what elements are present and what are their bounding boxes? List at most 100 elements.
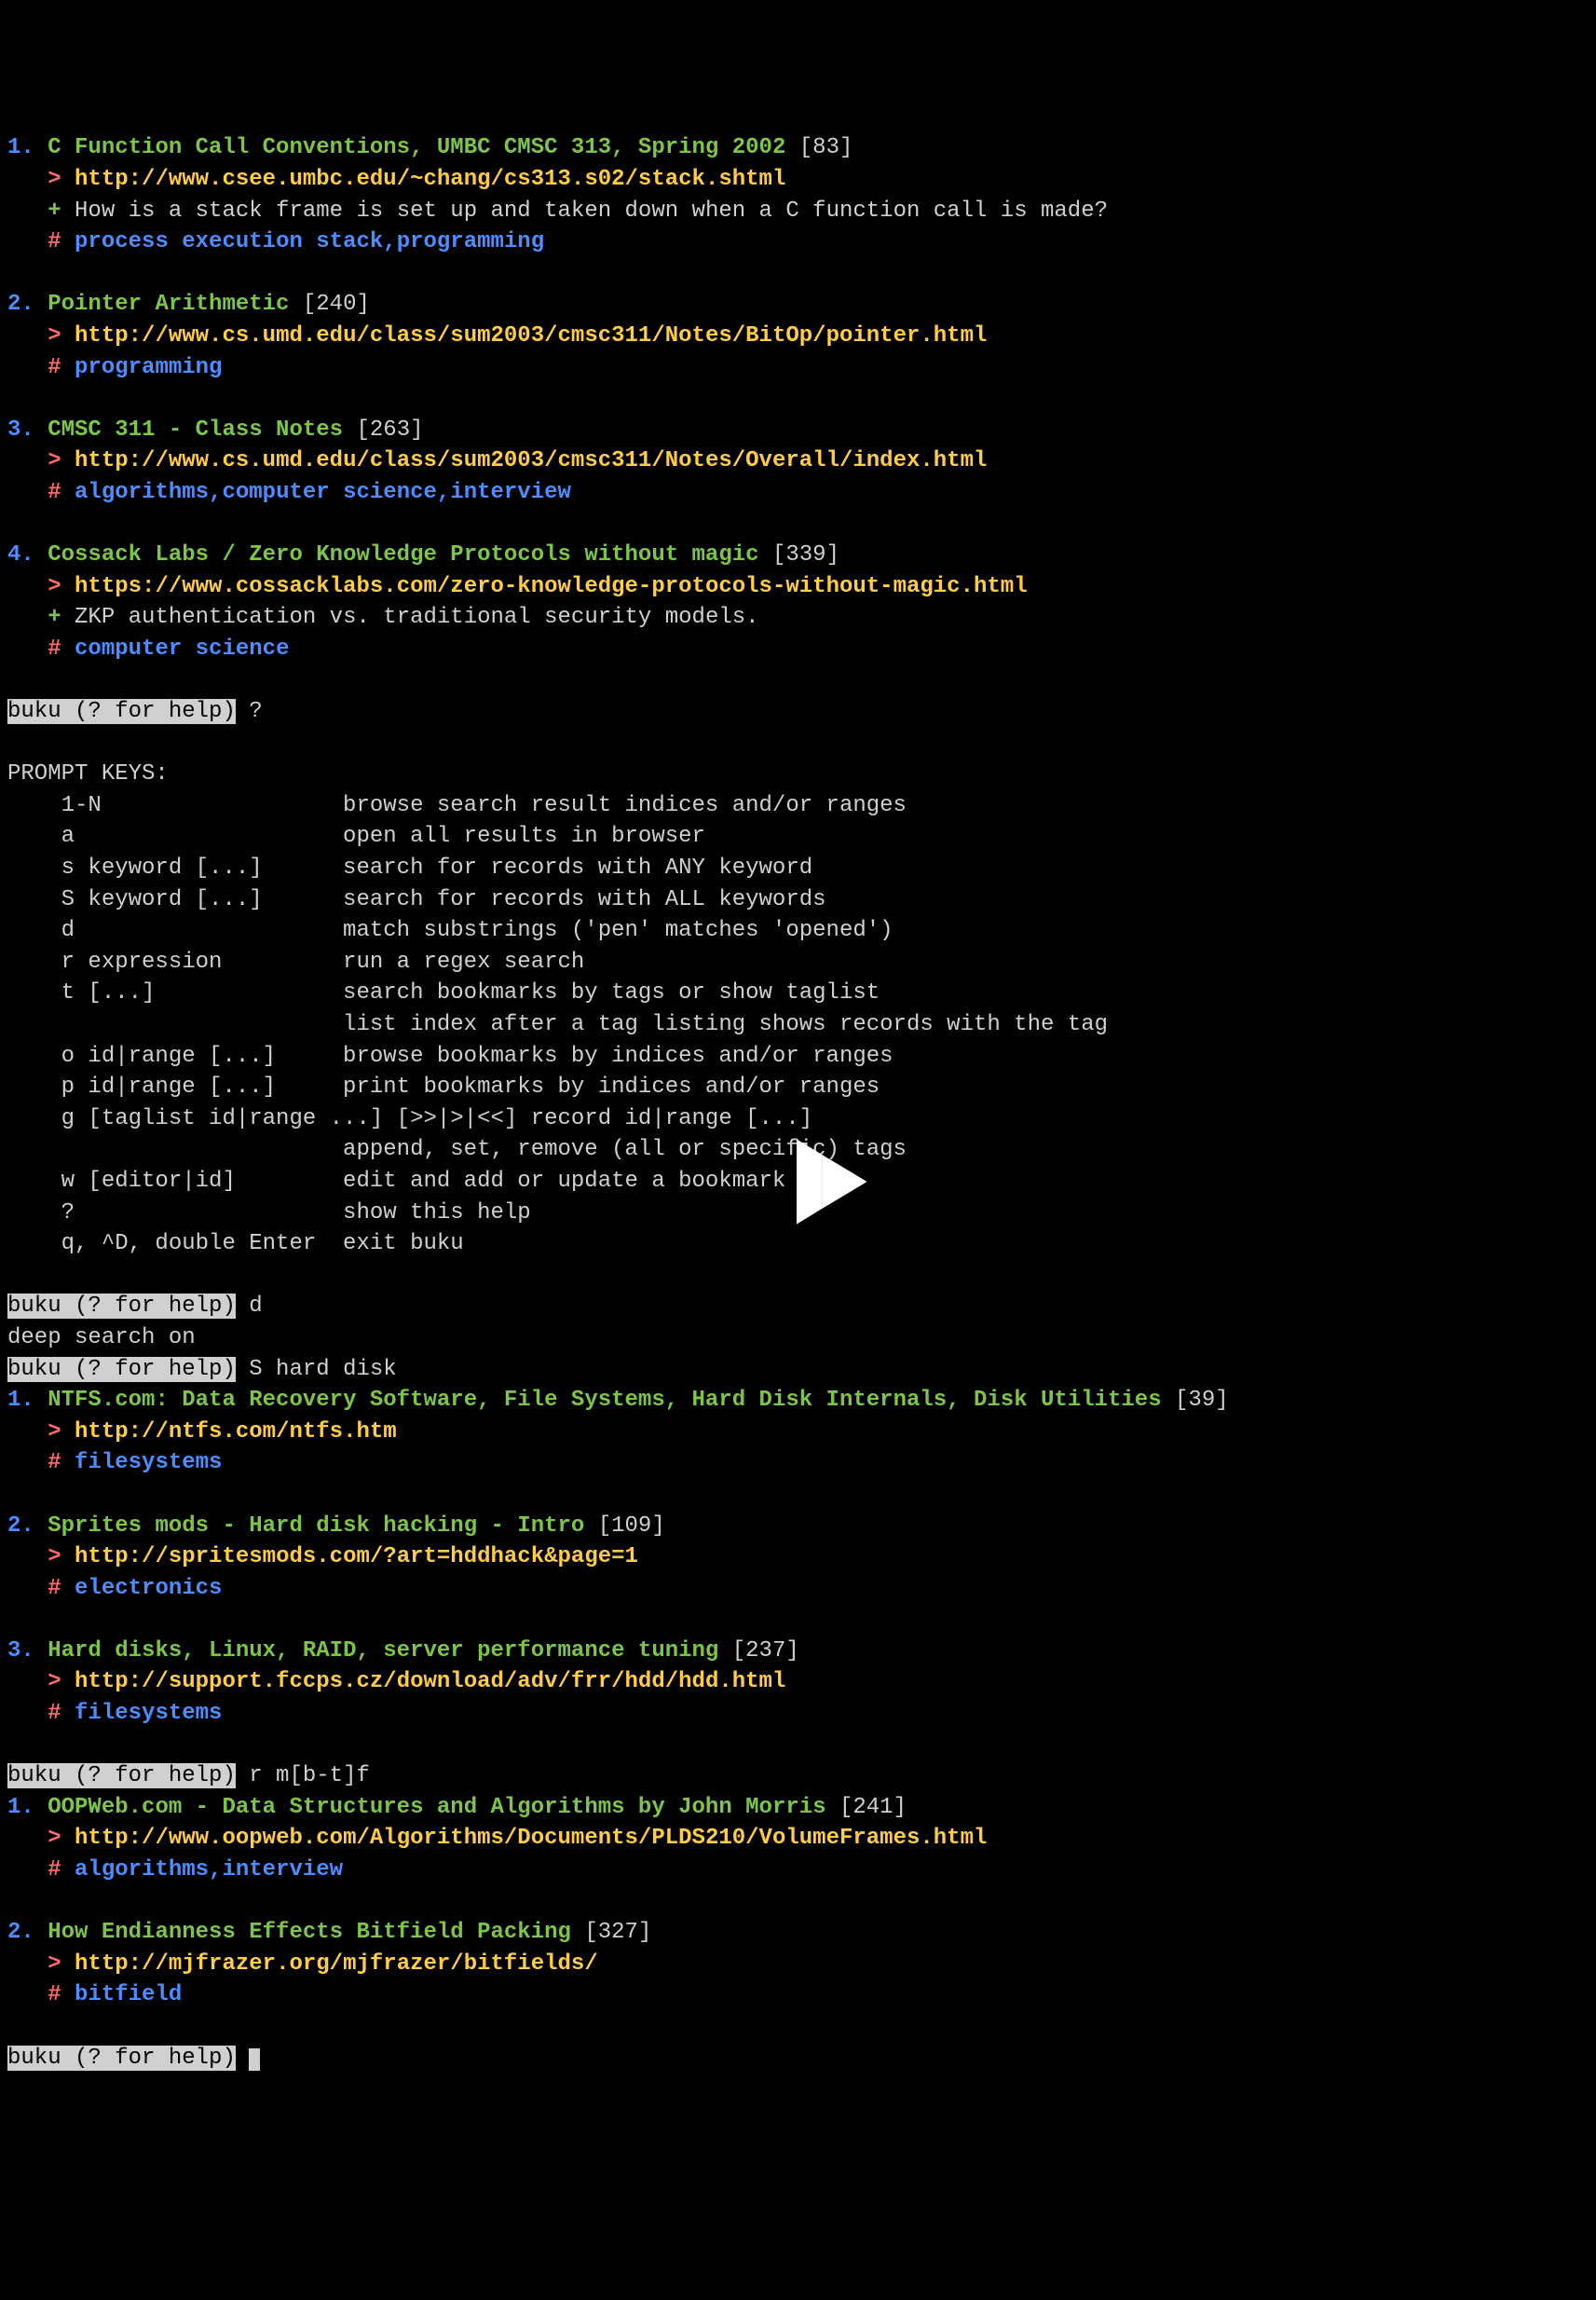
help-line: w [editor|id] edit and add or update a b… xyxy=(7,1166,1589,1198)
help-line: q, ^D, double Enter exit buku xyxy=(7,1228,1589,1260)
result-url[interactable]: https://www.cossacklabs.com/zero-knowled… xyxy=(75,574,1028,599)
result-title: Pointer Arithmetic xyxy=(48,292,289,317)
help-line: ? show this help xyxy=(7,1198,1589,1229)
tag-marker: # xyxy=(48,1450,61,1475)
tag-marker: # xyxy=(48,1701,61,1726)
terminal-output: 1. C Function Call Conventions, UMBC CMS… xyxy=(7,132,1589,2074)
prompt-label: buku (? for help) xyxy=(7,1294,236,1319)
result-url[interactable]: http://www.cs.umd.edu/class/sum2003/cmsc… xyxy=(75,448,987,473)
result-id: [241] xyxy=(839,1795,907,1820)
result-title-line: 2. How Endianness Effects Bitfield Packi… xyxy=(7,1917,1589,1949)
help-line: a open all results in browser xyxy=(7,821,1589,853)
result-id: [263] xyxy=(356,418,423,443)
status-line: deep search on xyxy=(7,1322,1589,1354)
url-marker: > xyxy=(48,323,61,349)
user-input: d xyxy=(249,1294,262,1319)
result-url-line: > http://support.fccps.cz/download/adv/f… xyxy=(7,1666,1589,1698)
result-title-line: 1. NTFS.com: Data Recovery Software, Fil… xyxy=(7,1385,1589,1417)
result-id: [240] xyxy=(303,292,370,317)
result-url[interactable]: http://www.cs.umd.edu/class/sum2003/cmsc… xyxy=(75,323,987,349)
result-title: OOPWeb.com - Data Structures and Algorit… xyxy=(48,1795,825,1820)
result-url-line: > http://www.cs.umd.edu/class/sum2003/cm… xyxy=(7,321,1589,352)
result-id: [339] xyxy=(772,542,839,568)
result-title-line: 3. Hard disks, Linux, RAID, server perfo… xyxy=(7,1636,1589,1667)
result-number: 1. xyxy=(7,1795,34,1820)
result-number: 3. xyxy=(7,418,34,443)
cursor xyxy=(249,2048,260,2071)
result-title-line: 2. Sprites mods - Hard disk hacking - In… xyxy=(7,1511,1589,1542)
result-title-line: 1. OOPWeb.com - Data Structures and Algo… xyxy=(7,1792,1589,1824)
help-line: t [...] search bookmarks by tags or show… xyxy=(7,978,1589,1009)
prompt-line[interactable]: buku (? for help) r m[b-t]f xyxy=(7,1760,1589,1792)
result-tags: programming xyxy=(75,355,222,380)
result-url[interactable]: http://mjfrazer.org/mjfrazer/bitfields/ xyxy=(75,1951,598,1977)
prompt-label: buku (? for help) xyxy=(7,2046,236,2071)
user-input: r m[b-t]f xyxy=(249,1763,370,1788)
result-tags-line: # programming xyxy=(7,352,1589,384)
result-tags-line: # algorithms,interview xyxy=(7,1855,1589,1886)
result-tags: algorithms,interview xyxy=(75,1857,343,1882)
result-tags-line: # filesystems xyxy=(7,1447,1589,1479)
help-line: d match substrings ('pen' matches 'opene… xyxy=(7,915,1589,947)
result-tags-line: # filesystems xyxy=(7,1698,1589,1730)
result-number: 1. xyxy=(7,1388,34,1413)
help-line: r expression run a regex search xyxy=(7,947,1589,979)
prompt-label: buku (? for help) xyxy=(7,1357,236,1382)
url-marker: > xyxy=(48,1826,61,1851)
prompt-line[interactable]: buku (? for help) ? xyxy=(7,696,1589,728)
result-title-line: 2. Pointer Arithmetic [240] xyxy=(7,289,1589,321)
tag-marker: # xyxy=(48,229,61,254)
url-marker: > xyxy=(48,1544,61,1569)
tag-marker: # xyxy=(48,1576,61,1601)
help-line: 1-N browse search result indices and/or … xyxy=(7,790,1589,822)
result-title-line: 3. CMSC 311 - Class Notes [263] xyxy=(7,415,1589,446)
result-url[interactable]: http://spritesmods.com/?art=hddhack&page… xyxy=(75,1544,638,1569)
prompt-label: buku (? for help) xyxy=(7,1763,236,1788)
result-url-line: > https://www.cossacklabs.com/zero-knowl… xyxy=(7,571,1589,603)
result-title: Cossack Labs / Zero Knowledge Protocols … xyxy=(48,542,758,568)
url-marker: > xyxy=(48,1951,61,1977)
result-tags: filesystems xyxy=(75,1701,222,1726)
result-description: How is a stack frame is set up and taken… xyxy=(75,199,1108,224)
result-number: 2. xyxy=(7,292,34,317)
result-id: [39] xyxy=(1175,1388,1229,1413)
result-desc-line: + How is a stack frame is set up and tak… xyxy=(7,196,1589,227)
tag-marker: # xyxy=(48,1857,61,1882)
result-number: 3. xyxy=(7,1638,34,1663)
result-id: [237] xyxy=(732,1638,799,1663)
url-marker: > xyxy=(48,574,61,599)
result-tags-line: # bitfield xyxy=(7,1979,1589,2011)
result-title-line: 1. C Function Call Conventions, UMBC CMS… xyxy=(7,132,1589,164)
help-line: p id|range [...] print bookmarks by indi… xyxy=(7,1072,1589,1103)
tag-marker: # xyxy=(48,637,61,662)
result-number: 2. xyxy=(7,1920,34,1945)
result-url[interactable]: http://www.csee.umbc.edu/~chang/cs313.s0… xyxy=(75,167,785,192)
url-marker: > xyxy=(48,448,61,473)
help-line: S keyword [...] search for records with … xyxy=(7,884,1589,916)
help-header: PROMPT KEYS: xyxy=(7,759,1589,790)
prompt-line[interactable]: buku (? for help) S hard disk xyxy=(7,1354,1589,1386)
result-url-line: > http://www.oopweb.com/Algorithms/Docum… xyxy=(7,1823,1589,1855)
result-number: 4. xyxy=(7,542,34,568)
tag-marker: # xyxy=(48,355,61,380)
help-line: list index after a tag listing shows rec… xyxy=(7,1009,1589,1041)
result-title: NTFS.com: Data Recovery Software, File S… xyxy=(48,1388,1161,1413)
result-url[interactable]: http://ntfs.com/ntfs.htm xyxy=(75,1419,397,1444)
result-title: How Endianness Effects Bitfield Packing xyxy=(48,1920,571,1945)
result-url-line: > http://ntfs.com/ntfs.htm xyxy=(7,1417,1589,1448)
desc-marker: + xyxy=(48,199,61,224)
result-url[interactable]: http://www.oopweb.com/Algorithms/Documen… xyxy=(75,1826,987,1851)
result-tags: process execution stack,programming xyxy=(75,229,544,254)
help-line: g [taglist id|range ...] [>>|>|<<] recor… xyxy=(7,1103,1589,1135)
tag-marker: # xyxy=(48,480,61,505)
user-input: S hard disk xyxy=(249,1357,396,1382)
user-input: ? xyxy=(249,699,262,724)
result-tags-line: # computer science xyxy=(7,634,1589,665)
result-description: ZKP authentication vs. traditional secur… xyxy=(75,605,759,630)
result-tags: bitfield xyxy=(75,1982,182,2007)
result-url[interactable]: http://support.fccps.cz/download/adv/frr… xyxy=(75,1669,785,1694)
result-number: 2. xyxy=(7,1513,34,1539)
url-marker: > xyxy=(48,167,61,192)
prompt-line[interactable]: buku (? for help) d xyxy=(7,1291,1589,1322)
prompt-line[interactable]: buku (? for help) xyxy=(7,2043,1589,2074)
